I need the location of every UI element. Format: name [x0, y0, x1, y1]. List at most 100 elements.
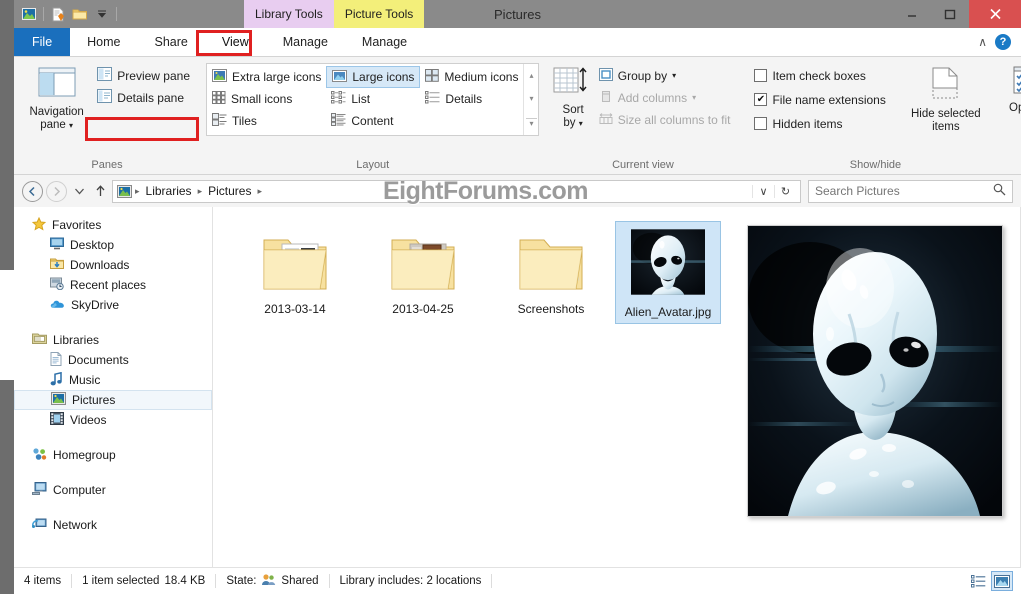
hidden-items-option[interactable]: Hidden items	[750, 113, 889, 134]
item-check-boxes-option[interactable]: Item check boxes	[750, 65, 889, 86]
minimize-button[interactable]	[893, 0, 931, 28]
gallery-scroll-down-icon[interactable]: ▾	[529, 94, 533, 103]
up-button[interactable]	[91, 181, 109, 202]
sidebar-label: Documents	[68, 353, 129, 367]
layout-label: Small icons	[231, 92, 292, 106]
layout-content[interactable]: Content	[326, 110, 420, 132]
search-input[interactable]	[815, 184, 993, 198]
tab-home[interactable]: Home	[70, 28, 137, 56]
panes-toggle-stack: Preview pane Details pane	[93, 62, 194, 108]
sidebar-item-documents[interactable]: Documents	[14, 350, 212, 370]
options-button[interactable]: Options ▾	[998, 62, 1021, 128]
sidebar-item-desktop[interactable]: Desktop	[14, 235, 212, 255]
layout-extra-large-icons[interactable]: Extra large icons	[207, 66, 326, 88]
file-list[interactable]: 2013-03-14	[213, 207, 730, 567]
add-columns-dropdown-icon: ▾	[692, 93, 696, 102]
sidebar-item-favorites[interactable]: Favorites	[14, 215, 212, 235]
add-columns-button: Add columns ▾	[595, 87, 735, 108]
file-name-extensions-checkbox[interactable]: ✔	[754, 93, 767, 106]
gallery-expand-icon[interactable]: ▾	[526, 118, 537, 128]
window-title: Pictures	[14, 0, 1021, 28]
group-by-dropdown-icon[interactable]: ▾	[672, 71, 676, 80]
sidebar-label: Videos	[70, 413, 106, 427]
item-check-boxes-checkbox[interactable]	[754, 69, 767, 82]
layout-large-icons[interactable]: Large icons	[326, 66, 420, 88]
search-icon[interactable]	[993, 183, 1006, 199]
sort-by-label-1: Sort	[563, 104, 584, 117]
layout-tiles[interactable]: Tiles	[207, 110, 326, 132]
sidebar-item-recent-places[interactable]: Recent places	[14, 275, 212, 295]
breadcrumb-libraries[interactable]: Libraries	[143, 184, 195, 198]
tab-view[interactable]: View	[205, 28, 266, 56]
tab-share[interactable]: Share	[138, 28, 205, 56]
sort-by-button[interactable]: Sort by ▾	[551, 62, 594, 130]
recent-locations-button[interactable]	[70, 181, 88, 202]
details-pane-button[interactable]: Details pane	[93, 87, 194, 108]
content-area: 2013-03-14	[213, 207, 1021, 567]
preview-pane-button[interactable]: Preview pane	[93, 65, 194, 86]
forward-button[interactable]	[46, 181, 67, 202]
content-icon	[331, 113, 346, 129]
large-icons-view-button[interactable]	[991, 571, 1013, 591]
file-item-folder-1[interactable]: 2013-03-14	[231, 221, 359, 324]
hide-selected-items-button[interactable]: Hide selected items	[904, 62, 988, 134]
sidebar-label: Network	[53, 518, 97, 532]
status-selection: 1 item selected 18.4 KB	[72, 568, 215, 594]
sidebar-item-pictures[interactable]: Pictures	[14, 390, 212, 410]
status-item-count: 4 items	[14, 568, 71, 594]
layout-medium-icons[interactable]: Medium icons	[420, 66, 523, 88]
preview-image	[747, 225, 1003, 517]
file-explorer-window: Library Tools Picture Tools Pictures Fil…	[14, 0, 1021, 594]
sidebar-item-videos[interactable]: Videos	[14, 410, 212, 430]
collapse-ribbon-icon[interactable]: ∧	[978, 35, 987, 49]
tab-manage-picture[interactable]: Manage	[345, 28, 424, 56]
layout-list[interactable]: List	[326, 88, 420, 110]
panes-group-label: Panes	[14, 158, 200, 174]
search-box[interactable]	[808, 180, 1013, 203]
size-all-columns-button: Size all columns to fit	[595, 109, 735, 130]
file-name-extensions-label: File name extensions	[772, 93, 885, 107]
file-item-folder-2[interactable]: 2013-04-25	[359, 221, 487, 324]
group-by-button[interactable]: Group by ▾	[595, 65, 735, 86]
file-name-extensions-option[interactable]: ✔ File name extensions	[750, 89, 889, 110]
layout-details[interactable]: Details	[420, 88, 523, 110]
ribbon: Navigation pane ▾ Preview pane De	[14, 57, 1021, 175]
homegroup-icon	[32, 447, 47, 464]
tab-file[interactable]: File	[14, 28, 70, 56]
hidden-items-checkbox[interactable]	[754, 117, 767, 130]
breadcrumb-pictures[interactable]: Pictures	[205, 184, 254, 198]
navigation-pane: Favorites Desktop Downloads Recent place…	[14, 207, 213, 567]
layout-label: Large icons	[352, 70, 414, 84]
layout-small-icons[interactable]: Small icons	[207, 88, 326, 110]
shared-icon	[261, 573, 276, 589]
navigation-pane-icon	[38, 66, 76, 102]
back-button[interactable]	[22, 181, 43, 202]
sidebar-item-skydrive[interactable]: SkyDrive	[14, 295, 212, 315]
sidebar-item-downloads[interactable]: Downloads	[14, 255, 212, 275]
gallery-scroll-up-icon[interactable]: ▴	[529, 71, 533, 80]
navigation-pane-label-1: Navigation	[29, 106, 83, 119]
help-icon[interactable]: ?	[995, 34, 1011, 50]
sidebar-item-libraries[interactable]: Libraries	[14, 330, 212, 350]
layout-gallery-scrollbar[interactable]: ▴ ▾ ▾	[523, 64, 538, 135]
sidebar-item-homegroup[interactable]: Homegroup	[14, 445, 212, 465]
pictures-library-crumb-icon[interactable]	[117, 185, 132, 198]
file-item-folder-3[interactable]: Screenshots	[487, 221, 615, 324]
address-dropdown-icon[interactable]: ∨	[752, 185, 774, 198]
sidebar-item-network[interactable]: Network	[14, 515, 212, 535]
breadcrumb-separator-0[interactable]: ▸	[135, 186, 140, 197]
breadcrumb-separator-2[interactable]: ▸	[257, 186, 262, 197]
details-view-button[interactable]	[967, 571, 989, 591]
breadcrumb-separator-1[interactable]: ▸	[198, 186, 203, 197]
sidebar-gap-3	[14, 465, 212, 480]
close-button[interactable]	[969, 0, 1021, 28]
refresh-icon[interactable]: ↻	[774, 185, 796, 198]
sidebar-item-computer[interactable]: Computer	[14, 480, 212, 500]
sidebar-label: Homegroup	[53, 448, 116, 462]
tab-manage-library[interactable]: Manage	[266, 28, 345, 56]
navigation-pane-button[interactable]: Navigation pane ▾	[20, 62, 93, 132]
file-item-image-selected[interactable]: Alien_Avatar.jpg	[615, 221, 721, 324]
details-pane-icon	[97, 89, 112, 106]
maximize-button[interactable]	[931, 0, 969, 28]
sidebar-item-music[interactable]: Music	[14, 370, 212, 390]
